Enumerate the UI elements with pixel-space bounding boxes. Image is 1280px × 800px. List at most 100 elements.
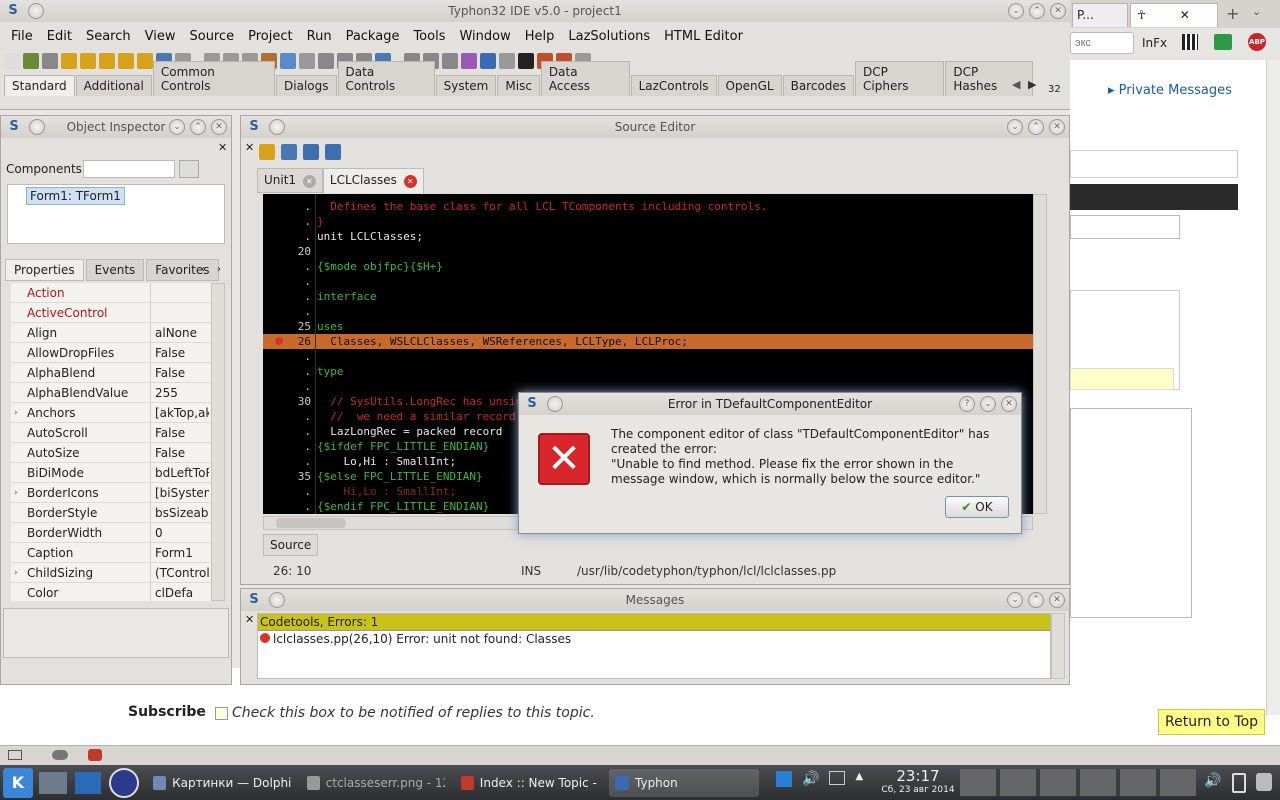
network-icon[interactable] (829, 771, 846, 785)
tab-close-icon[interactable]: ✕ (302, 175, 316, 188)
property-row[interactable]: AlphaBlend False (11, 363, 211, 383)
palette-tab-system[interactable]: System (435, 75, 497, 96)
ok-button[interactable]: ✔ OK (945, 496, 1009, 518)
property-value[interactable]: False (151, 443, 209, 462)
components-filter-input[interactable] (83, 160, 175, 178)
property-value[interactable]: False (151, 343, 209, 362)
minimize-icon[interactable]: ⌄ (980, 396, 996, 412)
bookmark-icon[interactable] (281, 144, 297, 160)
menu-package[interactable]: Package (339, 29, 407, 44)
menu-tools[interactable]: Tools (406, 29, 452, 44)
subscribe-checkbox[interactable] (215, 707, 228, 720)
page-scrollbar[interactable] (1266, 60, 1280, 715)
editor-vscrollbar[interactable] (1033, 194, 1047, 514)
jump-icon[interactable] (259, 144, 275, 160)
menu-search[interactable]: Search (79, 29, 138, 44)
close-icon[interactable]: ✕ (1180, 8, 1190, 22)
highlight-field[interactable] (1070, 368, 1174, 390)
palette-tab-barcodes[interactable]: Barcodes (782, 75, 855, 96)
property-row[interactable]: Color clDefa (11, 583, 211, 601)
expand-icon[interactable]: › (14, 403, 18, 422)
help-icon[interactable]: ? (959, 396, 975, 412)
tray-expand-icon[interactable]: ▲ (855, 771, 863, 787)
property-value[interactable]: 0 (151, 523, 209, 542)
minimize-icon[interactable]: ⌄ (1007, 592, 1023, 608)
maximize-icon[interactable]: ⌃ (1029, 3, 1045, 19)
close-icon[interactable]: ✕ (1050, 3, 1066, 19)
browser-tab-active[interactable]: ☥ ✕ (1130, 3, 1218, 27)
property-row[interactable]: AllowDropFiles False (11, 343, 211, 363)
breakpoint-error-icon[interactable] (275, 337, 283, 345)
property-value[interactable]: bsSizeabl (151, 503, 209, 522)
property-scrollbar[interactable] (211, 283, 225, 601)
qr-icon[interactable] (1182, 34, 1198, 50)
palette-tab-additional[interactable]: Additional (75, 75, 152, 96)
dropbox-icon[interactable] (776, 771, 792, 787)
menu-help[interactable]: Help (518, 29, 562, 44)
dock-close-icon[interactable]: ✕ (245, 613, 254, 626)
new-tab-button[interactable]: + (1226, 4, 1239, 23)
adblock-icon[interactable]: ABP (1248, 33, 1266, 51)
property-row[interactable]: › Anchors [akTop,ak (11, 403, 211, 423)
search-input[interactable] (1070, 32, 1134, 54)
toolbar-button-icon[interactable] (61, 53, 77, 69)
menu-edit[interactable]: Edit (40, 29, 79, 44)
property-value[interactable]: (TControl (151, 563, 209, 582)
files-icon[interactable] (39, 771, 67, 794)
palette-tab-data-controls[interactable]: Data Controls (337, 61, 435, 96)
close-icon[interactable]: ✕ (211, 119, 227, 135)
expand-icon[interactable]: › (14, 483, 18, 502)
forum-input[interactable] (1070, 215, 1180, 239)
task-item[interactable]: Index :: New Topic - O (455, 769, 605, 797)
property-row[interactable]: Caption Form1 (11, 543, 211, 563)
battery-icon[interactable] (1232, 773, 1246, 793)
code-line[interactable]: . (263, 274, 1033, 289)
toolbar-button-icon[interactable] (99, 53, 115, 69)
toolbar-button-icon[interactable] (23, 53, 39, 69)
code-line[interactable]: . (263, 349, 1033, 364)
property-value[interactable]: bdLeftToR (151, 463, 209, 482)
property-value[interactable]: 255 (151, 383, 209, 402)
close-icon[interactable]: ✕ (1001, 396, 1017, 412)
code-line[interactable]: . Defines the base class for all LCL TCo… (263, 199, 1033, 214)
palette-tab-standard[interactable]: Standard (4, 75, 75, 96)
palette-tab-opengl[interactable]: OpenGL (717, 75, 782, 96)
browser-launcher-icon[interactable] (109, 767, 139, 798)
pin-icon[interactable] (269, 119, 285, 135)
property-row[interactable]: AutoSize False (11, 443, 211, 463)
expand-icon[interactable]: › (14, 563, 18, 582)
kde-menu-icon[interactable]: K (3, 767, 33, 798)
property-value[interactable]: [biSystem (151, 483, 209, 502)
menu-html-editor[interactable]: HTML Editor (657, 29, 750, 44)
property-row[interactable]: Action (11, 283, 211, 303)
property-value[interactable]: clDefa (151, 583, 209, 601)
property-row[interactable]: › ChildSizing (TControl (11, 563, 211, 583)
return-to-top-button[interactable]: Return to Top (1158, 709, 1266, 735)
code-line[interactable]: . type (263, 364, 1033, 379)
translate-icon[interactable] (1214, 34, 1232, 50)
volume-tray-icon[interactable]: 🔊 (1204, 773, 1221, 789)
property-value[interactable]: False (151, 363, 209, 382)
code-line[interactable]: 25 uses (263, 319, 1033, 334)
tab-properties[interactable]: Properties (5, 259, 84, 281)
menu-file[interactable]: File (4, 29, 40, 44)
cloud-icon[interactable] (52, 750, 68, 760)
forward-icon[interactable] (325, 144, 341, 160)
property-row[interactable]: BorderWidth 0 (11, 523, 211, 543)
menu-window[interactable]: Window (452, 29, 517, 44)
menu-run[interactable]: Run (300, 29, 339, 44)
menu-view[interactable]: View (138, 29, 183, 44)
code-line[interactable]: . (263, 304, 1033, 319)
infx-button[interactable]: InFx (1142, 36, 1167, 50)
property-value[interactable] (151, 283, 209, 302)
tab-unit1[interactable]: Unit1 ✕ (257, 168, 323, 193)
toolbar-button-icon[interactable] (461, 53, 477, 69)
close-icon[interactable]: ✕ (1049, 592, 1065, 608)
volume-icon[interactable]: 🔊 (802, 771, 819, 787)
maximize-icon[interactable]: ⌃ (1028, 592, 1044, 608)
back-icon[interactable] (303, 144, 319, 160)
palette-scroll-left-icon[interactable]: ◀ (1012, 78, 1020, 91)
property-row[interactable]: ActiveControl (11, 303, 211, 323)
menu-lazsolutions[interactable]: LazSolutions (561, 29, 657, 44)
code-line[interactable]: . {$mode objfpc}{$H+} (263, 259, 1033, 274)
